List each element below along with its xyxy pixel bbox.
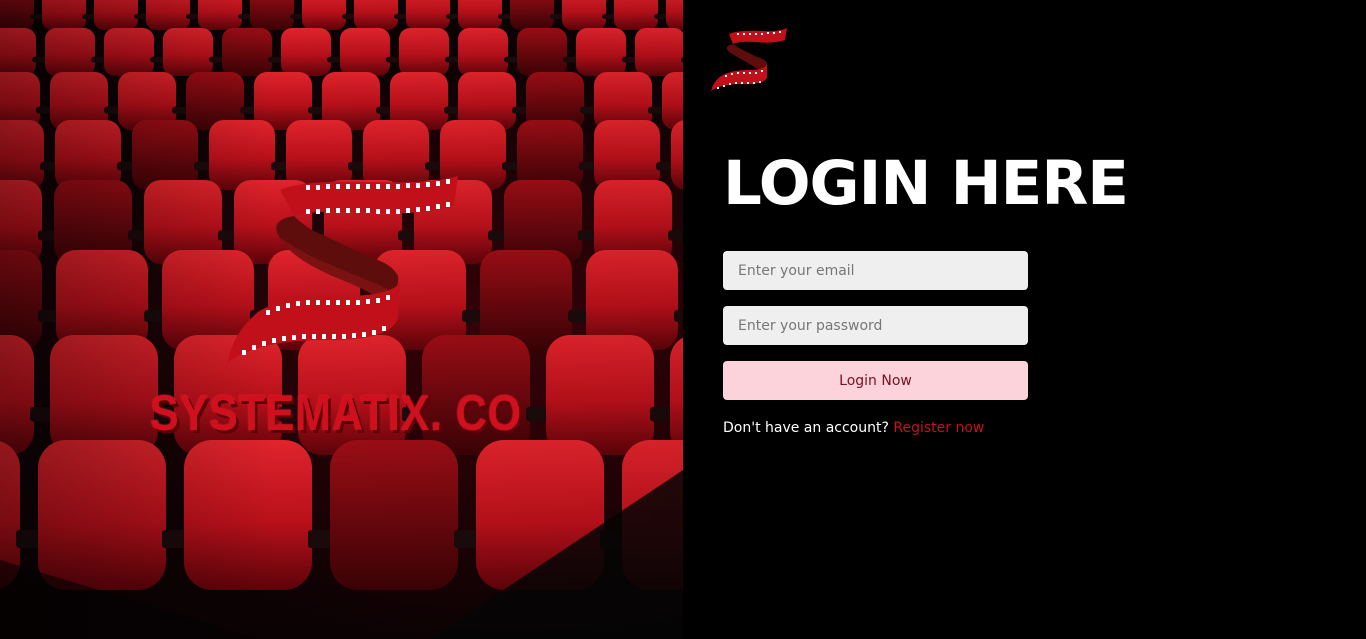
- film-strip-logo-small-icon: [711, 28, 787, 91]
- login-page: SYSTEMATIX. CO LOGIN HERE Login Now: [0, 0, 1366, 639]
- brand-name: SYSTEMATIX. CO: [150, 385, 523, 441]
- email-input[interactable]: [723, 251, 1028, 290]
- register-prompt-line: Don't have an account? Register now: [723, 420, 984, 436]
- page-title: LOGIN HERE: [723, 148, 1129, 219]
- hero-panel: SYSTEMATIX. CO: [0, 0, 683, 639]
- password-input[interactable]: [723, 306, 1028, 345]
- login-button[interactable]: Login Now: [723, 361, 1028, 400]
- login-panel: LOGIN HERE Login Now Don't have an accou…: [683, 0, 1366, 639]
- register-link[interactable]: Register now: [893, 420, 984, 436]
- register-prompt-text: Don't have an account?: [723, 420, 889, 436]
- film-strip-logo-icon: [228, 176, 458, 362]
